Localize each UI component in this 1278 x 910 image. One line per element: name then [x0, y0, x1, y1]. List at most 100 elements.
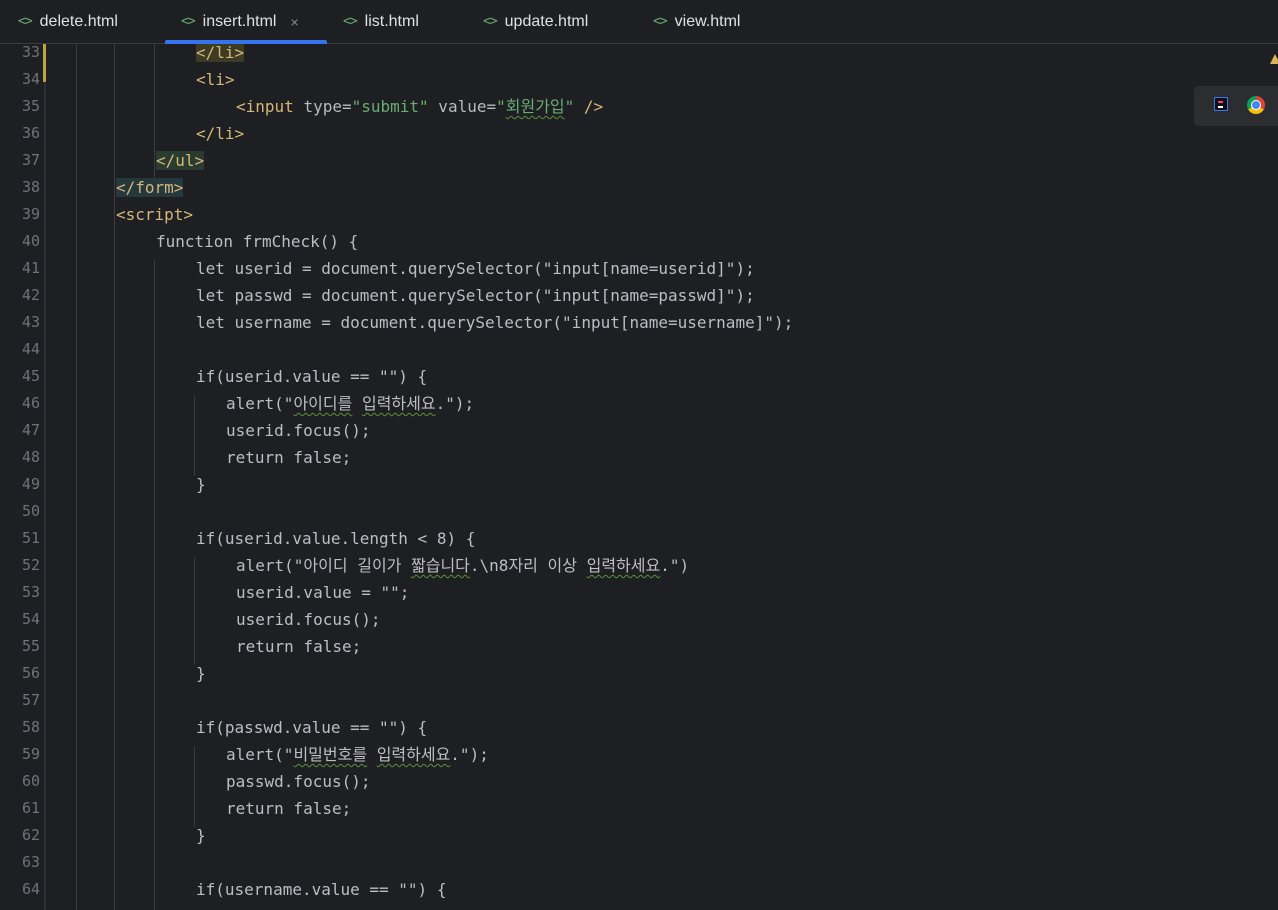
- code-line[interactable]: 45 if(userid.value == "") {: [0, 363, 1278, 390]
- line-number: 58: [21, 718, 40, 736]
- code-text: alert("아이디를 입력하세요.");: [226, 390, 474, 417]
- tab-label: list.html: [364, 12, 419, 30]
- line-number: 51: [21, 529, 40, 547]
- tab-view-html[interactable]: <> view.html: [653, 0, 740, 43]
- tab-delete-html[interactable]: <> delete.html: [18, 0, 118, 43]
- code-line[interactable]: 42 let passwd = document.querySelector("…: [0, 282, 1278, 309]
- line-number: 39: [21, 205, 40, 223]
- code-text: if(userid.value.length < 8) {: [196, 529, 476, 548]
- code-line[interactable]: 38 </form>: [0, 174, 1278, 201]
- line-number: 35: [21, 97, 40, 115]
- code-line[interactable]: 34 <li>: [0, 66, 1278, 93]
- tab-update-html[interactable]: <> update.html: [483, 0, 588, 43]
- code-line[interactable]: 53 userid.value = "";: [0, 579, 1278, 606]
- line-number: 53: [21, 583, 40, 601]
- code-text: </ul>: [156, 147, 205, 174]
- code-line[interactable]: 60 passwd.focus();: [0, 768, 1278, 795]
- line-number: 56: [21, 664, 40, 682]
- code-line[interactable]: 55 return false;: [0, 633, 1278, 660]
- line-number: 62: [21, 826, 40, 844]
- line-number: 47: [21, 421, 40, 439]
- code-line[interactable]: 49 }: [0, 471, 1278, 498]
- attr-type: type=: [303, 97, 352, 116]
- code-line[interactable]: 43 let username = document.querySelector…: [0, 309, 1278, 336]
- code-text: alert("아이디 길이가 짧습니다.\n8자리 이상 입력하세요."): [236, 552, 689, 579]
- code-text: let passwd = document.querySelector("inp…: [196, 286, 755, 305]
- code-line[interactable]: 36 </li>: [0, 120, 1278, 147]
- tab-label: update.html: [504, 12, 589, 30]
- code-line[interactable]: 47 userid.focus();: [0, 417, 1278, 444]
- html-file-icon: <>: [181, 14, 196, 29]
- code-line[interactable]: 46 alert("아이디를 입력하세요.");: [0, 390, 1278, 417]
- code-text: userid.focus();: [236, 610, 381, 629]
- code-line[interactable]: 39 <script>: [0, 201, 1278, 228]
- code-text: if(userid.value == "") {: [196, 367, 428, 386]
- code-line[interactable]: 58 if(passwd.value == "") {: [0, 714, 1278, 741]
- tab-label: delete.html: [39, 12, 118, 30]
- tag-li-open: <li>: [196, 70, 235, 89]
- line-number: 38: [21, 178, 40, 196]
- code-text: userid.focus();: [226, 421, 371, 440]
- code-segment: alert(": [226, 394, 294, 413]
- code-segment: alert(": [226, 745, 294, 764]
- html-file-icon: <>: [653, 14, 668, 29]
- tag-ul-close: </ul>: [156, 151, 205, 170]
- tag-li-close: </li>: [196, 124, 245, 143]
- code-line[interactable]: 54 userid.focus();: [0, 606, 1278, 633]
- code-segment: 짧습니다: [411, 556, 470, 575]
- line-number: 57: [21, 691, 40, 709]
- code-text: function frmCheck() {: [156, 232, 359, 251]
- intellij-browser-icon[interactable]: [1214, 97, 1228, 111]
- code-text: </form>: [116, 174, 184, 201]
- code-line[interactable]: 33 </li>: [0, 44, 1278, 66]
- code-text: return false;: [226, 448, 352, 467]
- code-line[interactable]: 62 }: [0, 822, 1278, 849]
- code-text: alert("비밀번호를 입력하세요.");: [226, 741, 489, 768]
- tag-form-close: </form>: [116, 178, 184, 197]
- line-number: 44: [21, 340, 40, 358]
- chrome-icon[interactable]: [1247, 96, 1265, 114]
- string-quote: ": [496, 97, 506, 116]
- warning-icon[interactable]: [1270, 54, 1278, 64]
- code-line[interactable]: 48 return false;: [0, 444, 1278, 471]
- code-line[interactable]: 59 alert("비밀번호를 입력하세요.");: [0, 741, 1278, 768]
- code-segment: .\n8자리 이상: [469, 556, 587, 575]
- code-line[interactable]: 57: [0, 687, 1278, 714]
- code-line[interactable]: 40 function frmCheck() {: [0, 228, 1278, 255]
- tag-input: <input: [236, 97, 304, 116]
- line-number: 55: [21, 637, 40, 655]
- tab-list-html[interactable]: <> list.html: [343, 0, 419, 43]
- line-number: 59: [21, 745, 40, 763]
- code-text: }: [196, 664, 206, 683]
- code-segment: .");: [450, 745, 489, 764]
- code-text: return false;: [226, 799, 352, 818]
- code-line[interactable]: 51 if(userid.value.length < 8) {: [0, 525, 1278, 552]
- line-number: 61: [21, 799, 40, 817]
- code-line[interactable]: 50: [0, 498, 1278, 525]
- code-editor[interactable]: 33 </li> 34 <li> 35 <input type="submit"…: [0, 44, 1278, 910]
- code-line[interactable]: 64 if(username.value == "") {: [0, 876, 1278, 903]
- tag-close: />: [574, 97, 604, 116]
- code-line[interactable]: 44: [0, 336, 1278, 363]
- tag-li-close: </li>: [196, 44, 245, 62]
- code-text: userid.value = "";: [236, 583, 410, 602]
- code-line[interactable]: 63: [0, 849, 1278, 876]
- code-line[interactable]: 35 <input type="submit" value="회원가입" />: [0, 93, 1278, 120]
- tab-label: insert.html: [202, 12, 277, 30]
- code-line[interactable]: 56 }: [0, 660, 1278, 687]
- line-number: 42: [21, 286, 40, 304]
- code-text: <input type="submit" value="회원가입" />: [236, 93, 603, 120]
- code-text: <script>: [116, 201, 193, 228]
- code-line[interactable]: 37 </ul>: [0, 147, 1278, 174]
- line-number: 36: [21, 124, 40, 142]
- close-icon[interactable]: ×: [290, 14, 298, 30]
- line-number: 34: [21, 70, 40, 88]
- code-line[interactable]: 52 alert("아이디 길이가 짧습니다.\n8자리 이상 입력하세요."): [0, 552, 1278, 579]
- attr-value: value=: [428, 97, 497, 116]
- tab-insert-html[interactable]: <> insert.html ×: [165, 0, 327, 44]
- code-line[interactable]: 41 let userid = document.querySelector("…: [0, 255, 1278, 282]
- code-segment: 입력하세요: [376, 745, 451, 764]
- code-line[interactable]: 61 return false;: [0, 795, 1278, 822]
- line-number: 60: [21, 772, 40, 790]
